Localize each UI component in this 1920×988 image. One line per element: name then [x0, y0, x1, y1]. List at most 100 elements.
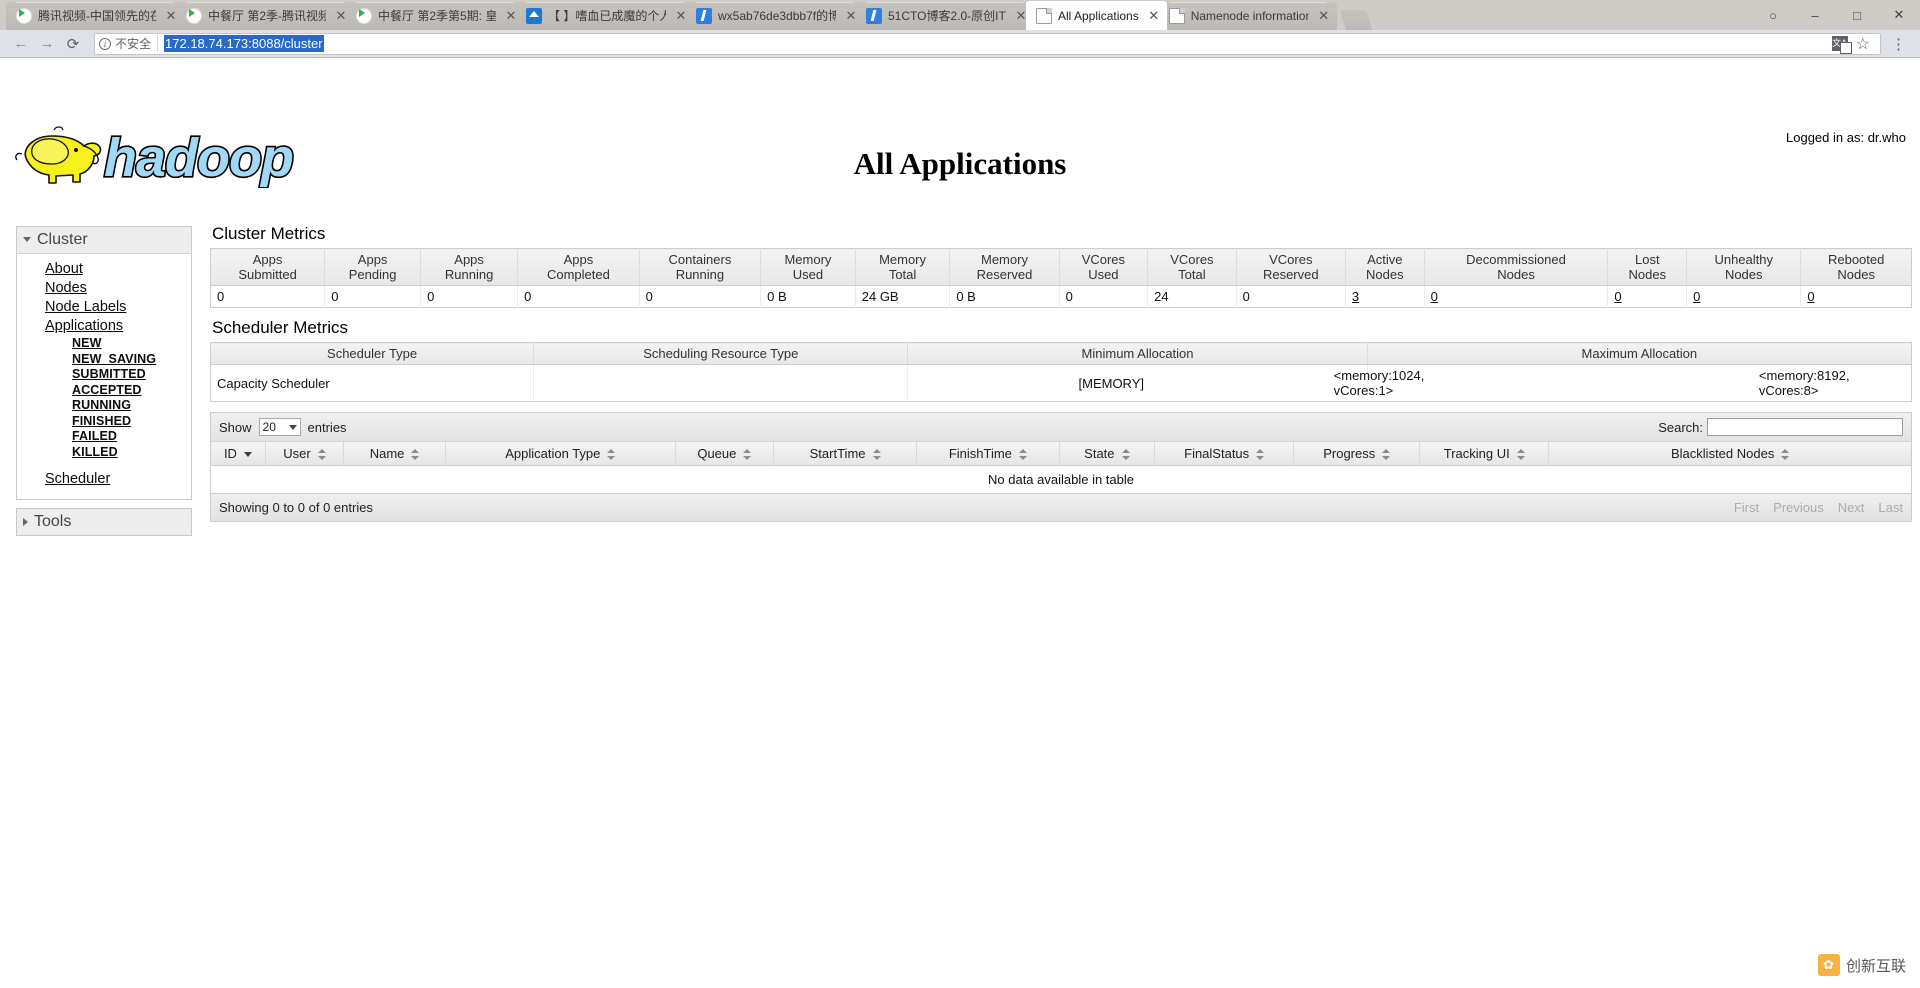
col-memory-total: Memory Total	[855, 248, 951, 286]
page-first-button[interactable]: First	[1734, 500, 1759, 515]
browser-tab[interactable]: 中餐厅 第2季-腾讯视频 ✕	[176, 2, 354, 30]
rebooted-nodes-link[interactable]: 0	[1807, 289, 1814, 304]
tab-title: 51CTO博客2.0-原创IT技	[888, 9, 1006, 23]
reload-icon[interactable]: ⟳	[60, 32, 86, 56]
close-window-button[interactable]: ✕	[1878, 0, 1920, 30]
chrome-menu-icon[interactable]: ⋮	[1885, 35, 1912, 53]
page-length-control: Show 20 entries	[219, 418, 347, 436]
cluster-panel-label: Cluster	[37, 231, 88, 248]
sort-both-icon	[1781, 449, 1790, 461]
browser-tab-active[interactable]: All Applications ✕	[1026, 1, 1167, 30]
datatable-footer: Showing 0 to 0 of 0 entries First Previo…	[211, 494, 1911, 521]
col-id[interactable]: ID	[211, 442, 266, 466]
tab-title: 中餐厅 第2季第5期: 皇	[378, 9, 496, 23]
col-maximum-allocation: Maximum Allocation	[1367, 342, 1912, 365]
cell-unhealthy-nodes[interactable]: 0	[1686, 285, 1802, 308]
empty-table-message: No data available in table	[211, 466, 1911, 494]
table-header-row: Apps Submitted Apps Pending Apps Running Ap…	[210, 248, 1912, 286]
tab-title: 【 】嗜血已成魔的个人主	[548, 9, 666, 23]
sidebar-item-new[interactable]: NEW	[17, 336, 191, 352]
back-icon[interactable]: ←	[8, 32, 34, 56]
site-security-chip[interactable]: i 不安全	[99, 35, 159, 52]
sidebar-item-applications[interactable]: Applications	[17, 317, 191, 336]
col-name[interactable]: Name	[343, 442, 447, 466]
browser-tab[interactable]: Namenode information ✕	[1158, 2, 1337, 30]
browser-tab[interactable]: 51CTO博客2.0-原创IT技 ✕	[856, 2, 1034, 30]
cell-rebooted-nodes[interactable]: 0	[1800, 285, 1912, 308]
col-application-type[interactable]: Application Type	[445, 442, 676, 466]
applications-table: ID User Name Application Type Queue Star…	[211, 442, 1911, 466]
forward-icon[interactable]: →	[34, 32, 60, 56]
cell-apps-pending: 0	[324, 285, 422, 308]
page-size-value: 20	[262, 420, 276, 434]
unhealthy-nodes-link[interactable]: 0	[1693, 289, 1700, 304]
maximize-button[interactable]: □	[1836, 0, 1878, 30]
decommissioned-nodes-link[interactable]: 0	[1431, 289, 1438, 304]
sidebar-item-submitted[interactable]: SUBMITTED	[17, 367, 191, 383]
browser-tab[interactable]: 【 】嗜血已成魔的个人主 ✕	[516, 2, 694, 30]
sidebar-item-finished[interactable]: FINISHED	[17, 414, 191, 430]
page-last-button[interactable]: Last	[1878, 500, 1903, 515]
col-vcores-reserved: VCores Reserved	[1236, 248, 1346, 286]
page-next-button[interactable]: Next	[1838, 500, 1865, 515]
col-scheduler-type: Scheduler Type	[210, 342, 535, 365]
active-nodes-link[interactable]: 3	[1352, 289, 1359, 304]
cell-apps-completed: 0	[517, 285, 640, 308]
sidebar-item-failed[interactable]: FAILED	[17, 429, 191, 445]
sidebar-item-about[interactable]: About	[17, 260, 191, 279]
col-user[interactable]: User	[265, 442, 345, 466]
table-header-row: ID User Name Application Type Queue Star…	[211, 442, 1911, 466]
col-finalstatus[interactable]: FinalStatus	[1154, 442, 1295, 466]
col-progress[interactable]: Progress	[1293, 442, 1421, 466]
bookmark-star-icon[interactable]: ☆	[1850, 34, 1876, 54]
search-input[interactable]	[1707, 418, 1903, 436]
sort-both-icon	[743, 449, 752, 461]
col-tracking-ui[interactable]: Tracking UI	[1419, 442, 1550, 466]
scheduler-metrics-table: Scheduler Type Scheduling Resource Type …	[210, 342, 1912, 402]
account-icon[interactable]: ○	[1752, 0, 1794, 30]
cell-vcores-used: 0	[1059, 285, 1149, 308]
col-blacklisted-nodes[interactable]: Blacklisted Nodes	[1548, 442, 1911, 466]
sidebar-item-nodes[interactable]: Nodes	[17, 279, 191, 298]
tab-close-icon[interactable]: ✕	[1147, 8, 1161, 24]
sidebar-item-killed[interactable]: KILLED	[17, 445, 191, 461]
page-previous-button[interactable]: Previous	[1773, 500, 1824, 515]
sidebar-item-scheduler[interactable]: Scheduler	[17, 470, 191, 489]
page-icon	[1036, 7, 1052, 24]
url-text[interactable]: 172.18.74.173:8088/cluster	[164, 35, 324, 52]
brand-logo-icon: ✿	[1817, 954, 1840, 976]
sort-both-icon	[607, 449, 616, 461]
chevron-down-icon	[288, 424, 297, 430]
tab-title: All Applications	[1058, 8, 1139, 23]
info-icon: i	[99, 37, 111, 50]
page-size-select[interactable]: 20	[258, 418, 301, 436]
cluster-panel-header[interactable]: Cluster	[17, 227, 191, 254]
cell-decommissioned-nodes[interactable]: 0	[1424, 285, 1609, 308]
col-finishtime[interactable]: FinishTime	[916, 442, 1060, 466]
tab-title: 中餐厅 第2季-腾讯视频	[208, 9, 326, 23]
sidebar-item-accepted[interactable]: ACCEPTED	[17, 383, 191, 399]
tab-close-icon[interactable]: ✕	[1317, 8, 1331, 24]
sidebar-item-running[interactable]: RUNNING	[17, 398, 191, 414]
sidebar-item-node-labels[interactable]: Node Labels	[17, 298, 191, 317]
cell-lost-nodes[interactable]: 0	[1607, 285, 1688, 308]
tools-panel-header[interactable]: Tools	[17, 509, 191, 535]
new-tab-button[interactable]	[1339, 10, 1372, 30]
tencent-video-icon	[356, 8, 372, 24]
lost-nodes-link[interactable]: 0	[1614, 289, 1621, 304]
cell-memory-used: 0 B	[760, 285, 856, 308]
sidebar-item-new-saving[interactable]: NEW_SAVING	[17, 352, 191, 368]
browser-tab[interactable]: wx5ab76de3dbb7f的博 ✕	[686, 2, 864, 30]
browser-tab[interactable]: 中餐厅 第2季第5期: 皇 ✕	[346, 2, 524, 30]
col-decommissioned-nodes: Decommissioned Nodes	[1424, 248, 1609, 286]
col-queue[interactable]: Queue	[675, 442, 775, 466]
col-state[interactable]: State	[1059, 442, 1155, 466]
col-vcores-total: VCores Total	[1147, 248, 1237, 286]
translate-icon[interactable]: 文A	[1831, 36, 1852, 54]
address-bar[interactable]: i 不安全 172.18.74.173:8088/cluster 文A ☆	[94, 32, 1881, 55]
cell-active-nodes[interactable]: 3	[1345, 285, 1425, 308]
col-starttime[interactable]: StartTime	[773, 442, 917, 466]
minimize-button[interactable]: –	[1794, 0, 1836, 30]
tools-panel-label: Tools	[34, 513, 72, 530]
browser-tab[interactable]: 腾讯视频-中国领先的在线 ✕	[6, 2, 184, 30]
